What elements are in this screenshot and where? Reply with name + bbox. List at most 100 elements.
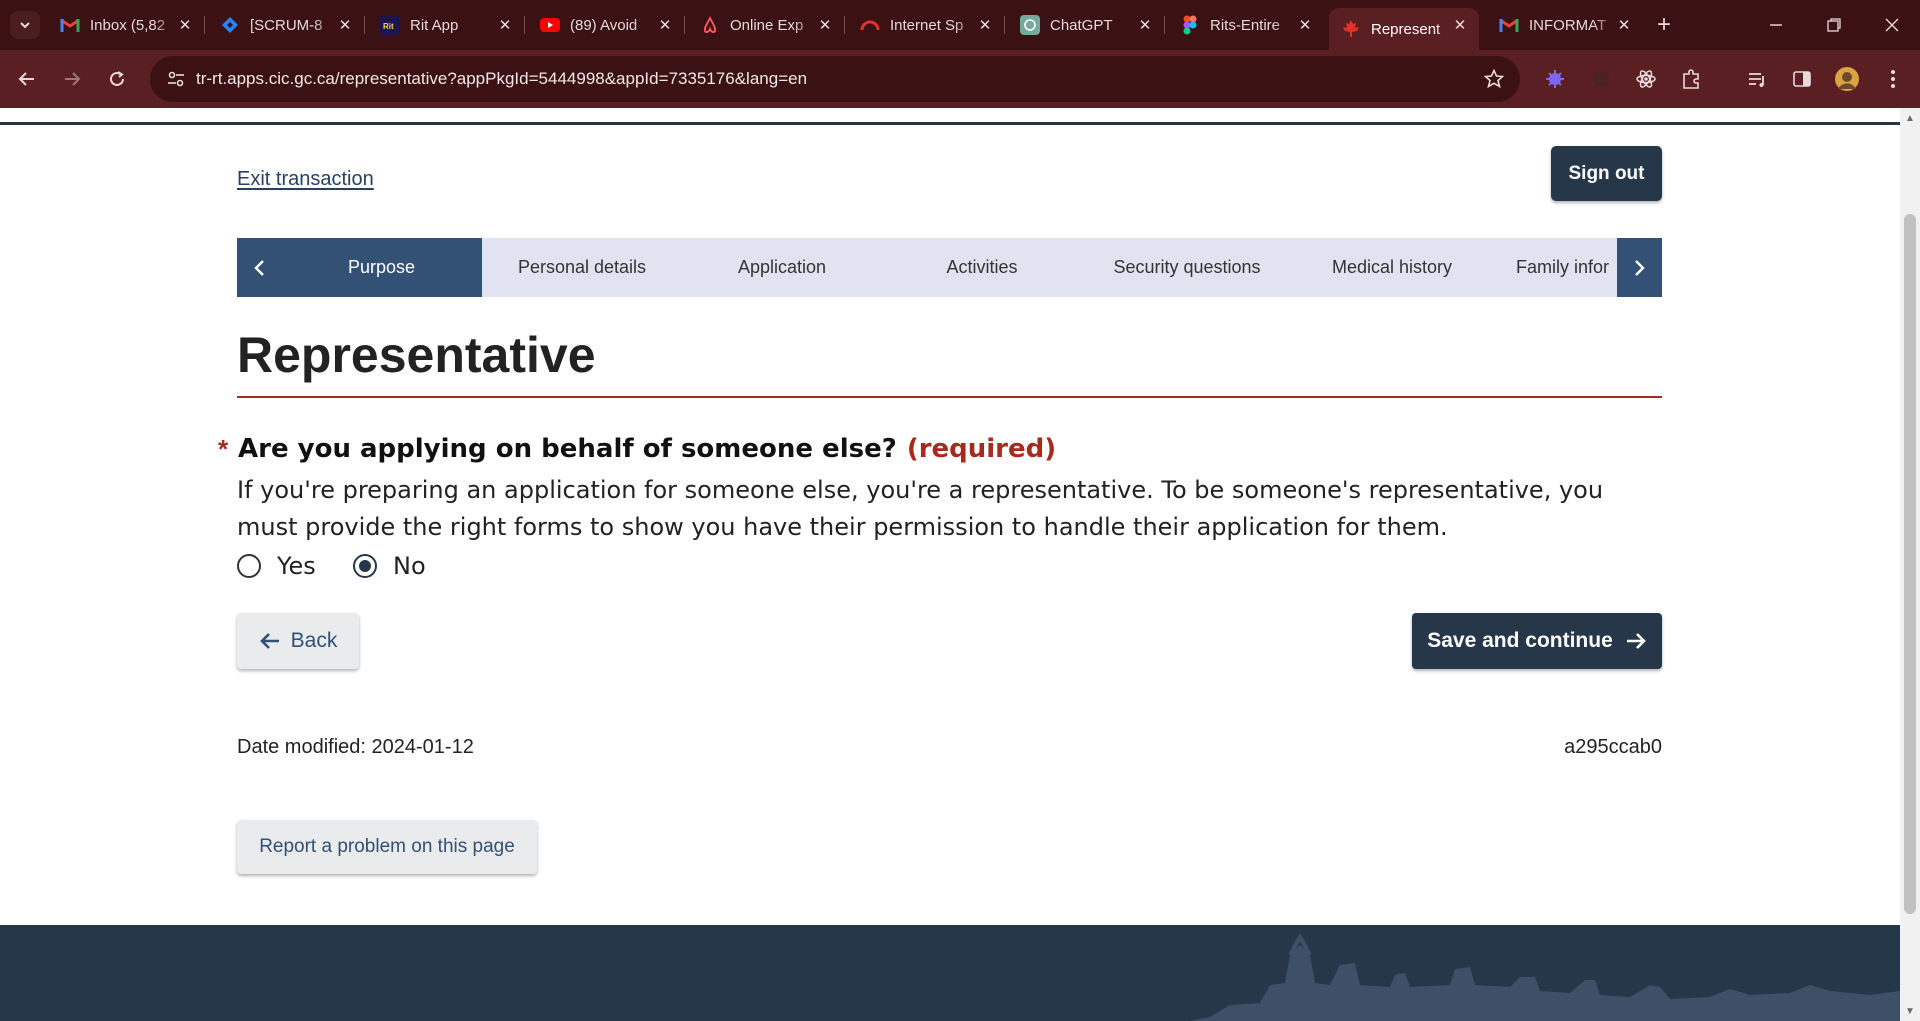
side-panel-icon[interactable] <box>1789 66 1815 92</box>
react-devtools-icon[interactable] <box>1633 66 1659 92</box>
close-icon[interactable]: ✕ <box>336 16 354 34</box>
required-text: (required) <box>906 434 1057 464</box>
close-icon[interactable]: ✕ <box>656 16 674 34</box>
close-icon[interactable]: ✕ <box>176 16 194 34</box>
page-viewport: Exit transaction Sign out Purpose Person… <box>0 108 1900 1021</box>
arrow-left-icon <box>18 72 34 86</box>
gmail-icon <box>60 15 80 35</box>
close-icon[interactable]: ✕ <box>1296 16 1314 34</box>
radio-yes-input[interactable] <box>237 554 261 578</box>
exit-transaction-link[interactable]: Exit transaction <box>237 168 374 191</box>
extension-purple-icon[interactable] <box>1542 66 1568 92</box>
close-icon[interactable]: ✕ <box>976 16 994 34</box>
question-help-text: If you're preparing an application for s… <box>237 476 1604 541</box>
browser-tab-informat[interactable]: INFORMAT ✕ <box>1487 8 1643 42</box>
steps-next-button[interactable] <box>1617 238 1662 297</box>
restore-icon <box>1827 18 1841 32</box>
sign-out-button[interactable]: Sign out <box>1551 146 1662 201</box>
title-rule <box>237 396 1662 398</box>
back-button[interactable]: Back <box>237 613 359 669</box>
media-controls-icon[interactable] <box>1744 66 1770 92</box>
radio-yes[interactable]: Yes <box>237 552 316 580</box>
page-scrollbar[interactable]: ▲ ▼ <box>1900 108 1920 1021</box>
bookmark-star-icon[interactable] <box>1482 67 1506 91</box>
youtube-icon <box>540 15 560 35</box>
tab-title: Rits-Entire <box>1210 16 1281 34</box>
browser-tab-youtube[interactable]: (89) Avoid ✕ <box>528 8 685 42</box>
browser-tab-scrum[interactable]: [SCRUM-8 ✕ <box>208 8 365 42</box>
restore-button[interactable] <box>1810 0 1858 50</box>
extensions-puzzle-icon[interactable] <box>1678 66 1704 92</box>
steps-previous-button[interactable] <box>237 238 281 297</box>
gmail-icon <box>1499 15 1519 35</box>
radio-no-label: No <box>393 552 426 580</box>
new-tab-button[interactable]: + <box>1650 11 1678 39</box>
step-activities[interactable]: Activities <box>882 238 1082 297</box>
back-nav-button[interactable] <box>12 64 42 94</box>
radio-no[interactable]: No <box>353 552 426 580</box>
step-medical-history[interactable]: Medical history <box>1292 238 1492 297</box>
step-application[interactable]: Application <box>682 238 882 297</box>
back-button-label: Back <box>290 629 338 652</box>
arrow-right-icon <box>65 72 81 86</box>
close-window-button[interactable] <box>1868 0 1916 50</box>
maple-leaf-icon <box>1341 19 1361 39</box>
arrow-right-icon <box>1625 631 1647 651</box>
required-marker: * <box>218 434 229 464</box>
browser-menu-icon[interactable] <box>1880 66 1906 92</box>
chevron-right-icon <box>1634 259 1645 276</box>
report-problem-button[interactable]: Report a problem on this page <box>237 820 537 874</box>
site-settings-icon[interactable] <box>164 67 188 91</box>
tab-title: Internet Sp <box>890 16 964 34</box>
url-text: tr-rt.apps.cic.gc.ca/representative?appP… <box>196 69 808 88</box>
tab-title: INFORMAT <box>1529 16 1607 34</box>
close-icon[interactable]: ✕ <box>1615 16 1633 34</box>
extension-dark-icon[interactable] <box>1588 66 1614 92</box>
minimize-icon <box>1770 24 1782 26</box>
browser-tab-representative[interactable]: Represent ✕ <box>1329 8 1479 50</box>
browser-tab-rits-entire[interactable]: Rits-Entire ✕ <box>1168 8 1324 42</box>
figma-icon <box>1180 15 1200 35</box>
close-icon[interactable]: ✕ <box>1451 16 1469 34</box>
browser-tab-chatgpt[interactable]: ChatGPT ✕ <box>1008 8 1165 42</box>
close-icon[interactable]: ✕ <box>816 16 834 34</box>
page-title: Representative <box>237 327 596 383</box>
question-text: Are you applying on behalf of someone el… <box>238 434 897 464</box>
question-label: Are you applying on behalf of someone el… <box>238 434 1056 464</box>
tab-search-button[interactable] <box>10 11 40 39</box>
page-footer <box>0 925 1900 1021</box>
step-family-information[interactable]: Family infor <box>1492 238 1617 297</box>
jira-icon <box>220 15 240 35</box>
date-modified: Date modified: 2024-01-12 <box>237 736 474 758</box>
tab-title: [SCRUM-8 <box>250 16 323 34</box>
browser-tab-internet-speed[interactable]: Internet Sp ✕ <box>848 8 1005 42</box>
chevron-down-icon <box>20 22 30 29</box>
scroll-thumb[interactable] <box>1904 214 1916 914</box>
svg-text:Rit: Rit <box>383 22 394 31</box>
minimize-button[interactable] <box>1752 0 1800 50</box>
close-icon[interactable]: ✕ <box>1136 16 1154 34</box>
browser-tab-online-exp[interactable]: Online Exp ✕ <box>688 8 845 42</box>
tab-title: Rit App <box>410 16 459 34</box>
browser-tab-rit-app[interactable]: Rit Rit App ✕ <box>368 8 525 42</box>
browser-tab-inbox[interactable]: Inbox (5,82 ✕ <box>48 8 205 42</box>
scroll-down-icon[interactable]: ▼ <box>1904 1005 1916 1017</box>
scroll-up-icon[interactable]: ▲ <box>1904 112 1916 124</box>
airbnb-icon <box>700 15 720 35</box>
close-icon[interactable]: ✕ <box>496 16 514 34</box>
header-rule <box>0 122 1900 125</box>
tab-title: (89) Avoid <box>570 16 638 34</box>
address-bar[interactable]: tr-rt.apps.cic.gc.ca/representative?appP… <box>150 56 1520 102</box>
tab-title: Inbox (5,82 <box>90 16 166 34</box>
reload-icon <box>110 71 124 86</box>
reload-button[interactable] <box>102 64 132 94</box>
arrow-left-icon <box>259 631 281 651</box>
radio-no-input[interactable] <box>353 554 377 578</box>
step-security-questions[interactable]: Security questions <box>1082 238 1292 297</box>
save-and-continue-button[interactable]: Save and continue <box>1412 613 1662 669</box>
step-personal-details[interactable]: Personal details <box>482 238 682 297</box>
rit-app-icon: Rit <box>380 15 400 35</box>
step-purpose[interactable]: Purpose <box>281 238 482 297</box>
profile-avatar[interactable] <box>1834 66 1860 92</box>
forward-nav-button[interactable] <box>57 64 87 94</box>
